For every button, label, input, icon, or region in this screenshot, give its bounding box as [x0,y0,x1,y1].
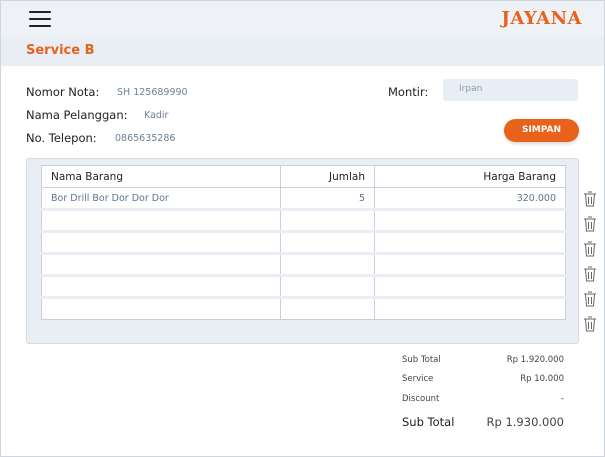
table-row[interactable] [41,252,566,276]
table-header-row: Nama Barang Jumlah Harga Barang [41,165,566,188]
page-title: Service B [26,43,95,58]
sub-total-value: Rp 1.920.000 [506,355,564,365]
header-nama-barang: Nama Barang [41,165,281,188]
table-row[interactable] [41,296,566,320]
service-value: Rp 10.000 [520,374,564,384]
cell-harga-barang[interactable] [374,252,566,276]
header-jumlah: Jumlah [280,165,375,188]
montir-field[interactable]: Irpan [443,79,578,101]
cell-nama-barang[interactable] [41,230,281,254]
trash-icon[interactable] [582,315,598,333]
nama-pelanggan-label: Nama Pelanggan: [26,108,128,122]
cell-jumlah[interactable] [280,208,375,232]
section-header: Service B [1,37,604,66]
table-row[interactable] [41,274,566,298]
grand-total-label: Sub Total [402,415,455,429]
service-label: Service [402,374,434,384]
montir-label: Montir: [388,85,429,99]
table-row[interactable] [41,230,566,254]
items-table: Nama Barang Jumlah Harga Barang Bor Dril… [41,165,566,320]
menu-icon[interactable] [29,11,51,27]
cell-harga-barang[interactable] [374,230,566,254]
cell-nama-barang[interactable] [41,252,281,276]
cell-nama-barang[interactable]: Bor Drill Bor Dor Dor Dor [41,187,281,210]
trash-icon[interactable] [582,190,598,208]
sub-total-label: Sub Total [402,355,441,365]
brand-logo: JAYANA [501,8,582,29]
cell-harga-barang[interactable] [374,208,566,232]
cell-harga-barang[interactable]: 320.000 [374,187,566,210]
cell-jumlah[interactable] [280,274,375,298]
trash-icon[interactable] [582,265,598,283]
cell-jumlah[interactable] [280,252,375,276]
cell-harga-barang[interactable] [374,274,566,298]
no-telepon-value: 0865635286 [115,133,176,144]
trash-icon[interactable] [582,240,598,258]
table-row[interactable]: Bor Drill Bor Dor Dor Dor 5 320.000 [41,187,566,210]
cell-nama-barang[interactable] [41,208,281,232]
discount-label: Discount [402,394,440,404]
nomor-nota-value: SH 125689990 [117,87,188,98]
simpan-button[interactable]: SIMPAN [504,119,579,142]
trash-icon[interactable] [582,290,598,308]
cell-jumlah[interactable]: 5 [280,187,375,210]
cell-harga-barang[interactable] [374,296,566,320]
cell-nama-barang[interactable] [41,274,281,298]
service-page: JAYANA Service B Nomor Nota: SH 12568999… [0,0,605,457]
cell-jumlah[interactable] [280,296,375,320]
nama-pelanggan-value: Kadir [144,110,169,121]
cell-jumlah[interactable] [280,230,375,254]
table-row[interactable] [41,208,566,232]
header-harga-barang: Harga Barang [374,165,566,188]
grand-total-value: Rp 1.930.000 [486,415,564,429]
nomor-nota-label: Nomor Nota: [26,85,100,99]
top-bar: JAYANA [1,1,604,37]
cell-nama-barang[interactable] [41,296,281,320]
no-telepon-label: No. Telepon: [26,131,97,145]
discount-value: - [560,394,564,404]
trash-icon[interactable] [582,215,598,233]
